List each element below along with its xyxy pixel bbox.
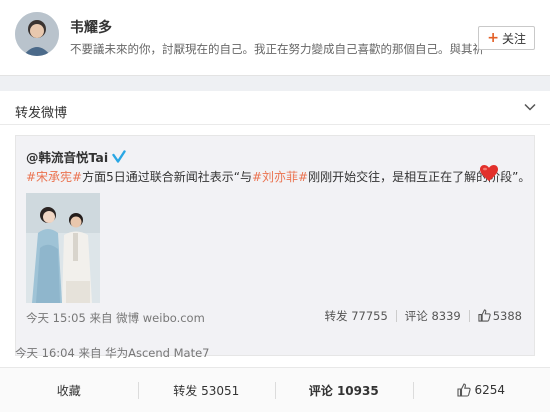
thumbs-up-icon [478, 309, 491, 322]
profile-bio: 不要議未來的你，討厭現在的自己。我正在努力變成自己喜歡的那個自己。與其祈 [70, 42, 484, 56]
repost-like[interactable]: 5388 [478, 309, 522, 323]
hashtag-link[interactable]: #宋承宪# [26, 170, 82, 184]
profile-name[interactable]: 韦耀多 [70, 17, 112, 37]
favorite-label: 收藏 [56, 383, 81, 398]
repost-author-name[interactable]: @韩流音悦Tai [26, 147, 108, 166]
repost-stats: 转发 77755 评论 8339 5388 [325, 308, 522, 324]
repost-comment-count[interactable]: 评论 8339 [405, 308, 461, 324]
post-card: 转发微博 @韩流音悦Tai #宋承宪#方面5日通过联合新闻社表示“与#刘亦菲#刚… [0, 91, 550, 412]
divider [0, 124, 550, 125]
profile-card: 韦耀多 不要議未來的你，討厭現在的自己。我正在努力變成自己喜歡的那個自己。與其祈… [0, 0, 550, 76]
repost-like-count: 5388 [492, 309, 522, 323]
thumbs-up-icon [457, 383, 472, 397]
divider [395, 310, 397, 322]
repost-label: 转发 53051 [173, 383, 240, 398]
comment-label: 评论 10935 [308, 383, 379, 398]
comment-button[interactable]: 评论 10935 [275, 368, 413, 412]
repost-timestamp[interactable]: 今天 15:05 来自 微博 weibo.com [26, 310, 205, 326]
repost-box: @韩流音悦Tai #宋承宪#方面5日通过联合新闻社表示“与#刘亦菲#刚刚开始交往… [15, 135, 535, 356]
favorite-button[interactable]: 收藏 [0, 368, 138, 412]
repost-repost-count[interactable]: 转发 77755 [325, 308, 388, 324]
verified-icon [112, 149, 126, 163]
card-title: 转发微博 [15, 106, 68, 121]
follow-button[interactable]: + 关注 [478, 26, 535, 50]
avatar[interactable] [15, 12, 59, 56]
repost-text-mid: 方面5日通过联合新闻社表示“与 [82, 170, 252, 184]
action-bar: 收藏 转发 53051 评论 10935 6254 [0, 367, 550, 412]
heart-icon [480, 165, 498, 181]
chevron-down-icon[interactable] [524, 101, 536, 113]
repost-button[interactable]: 转发 53051 [137, 368, 276, 412]
post-image[interactable] [26, 193, 100, 303]
like-count: 6254 [474, 383, 506, 397]
like-button[interactable]: 6254 [412, 368, 550, 412]
divider [468, 310, 470, 322]
repost-text: #宋承宪#方面5日通过联合新闻社表示“与#刘亦菲#刚刚开始交往，是相互正在了解的… [26, 168, 530, 185]
plus-icon: + [487, 30, 499, 46]
repost-author: @韩流音悦Tai [26, 147, 126, 166]
follow-label: 关注 [501, 31, 526, 46]
post-timestamp[interactable]: 今天 16:04 来自 华为Ascend Mate7 [15, 345, 209, 361]
hashtag-link[interactable]: #刘亦菲# [252, 170, 308, 184]
